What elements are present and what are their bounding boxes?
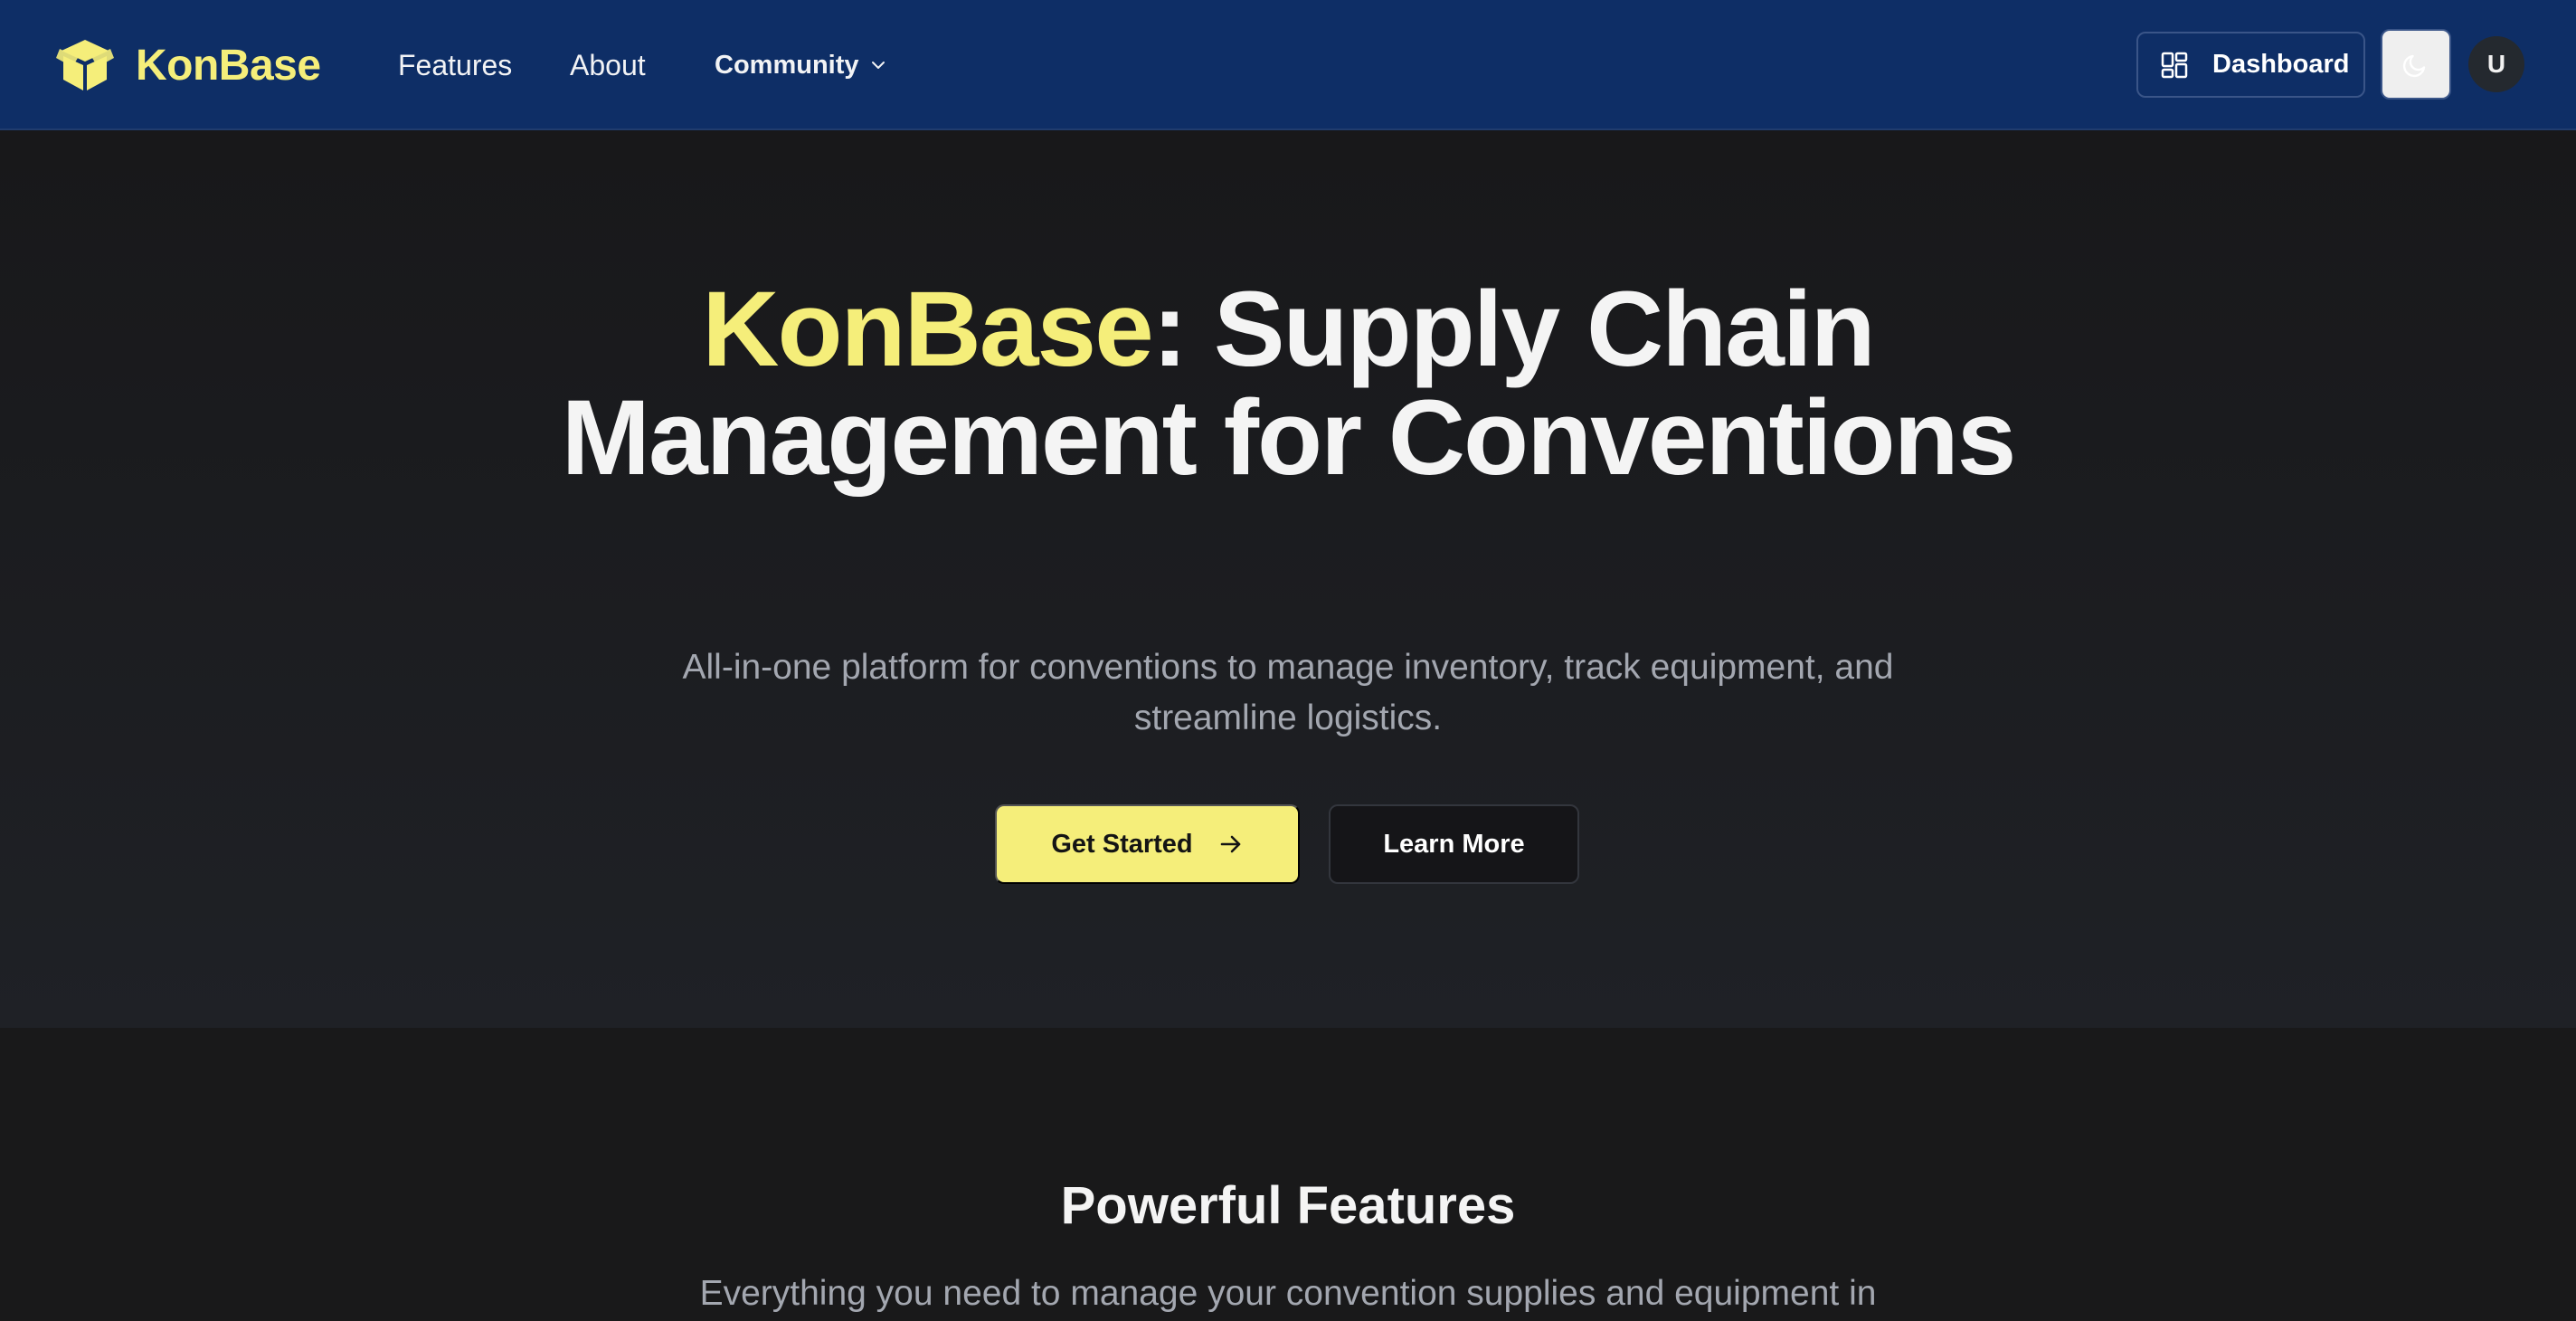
arrow-right-icon — [1220, 835, 1240, 853]
learn-more-button[interactable]: Learn More — [1329, 804, 1579, 884]
get-started-label: Get Started — [1051, 829, 1193, 859]
hero-subtitle: All-in-one platform for conventions to m… — [682, 648, 1894, 737]
brand-name: KonBase — [136, 41, 321, 90]
hero-section: KonBase: Supply Chain Management for Con… — [0, 130, 2576, 1028]
moon-icon — [2402, 54, 2426, 78]
hero-title: KonBase: Supply Chain Management for Con… — [474, 275, 2102, 492]
theme-toggle-button[interactable] — [2381, 29, 2451, 100]
dashboard-grid-icon — [2161, 52, 2188, 78]
brand-home-link[interactable]: KonBase — [56, 36, 321, 94]
get-started-button[interactable]: Get Started — [995, 804, 1300, 884]
features-subtitle: Everything you need to manage your conve… — [699, 1274, 1877, 1313]
features-section: Powerful Features Everything you need to… — [0, 1028, 2576, 1321]
top-navbar: KonBase Features About Community Dashboa… — [0, 0, 2576, 130]
nav-link-features[interactable]: Features — [398, 45, 512, 85]
nav-community-label: Community — [715, 51, 859, 80]
nav-community-dropdown[interactable]: Community — [715, 45, 886, 85]
hero-title-accent: KonBase — [702, 270, 1153, 389]
dashboard-label: Dashboard — [2212, 50, 2350, 79]
learn-more-label: Learn More — [1383, 829, 1525, 859]
user-avatar[interactable]: U — [2468, 36, 2524, 92]
dashboard-button[interactable]: Dashboard — [2136, 32, 2365, 98]
features-title: Powerful Features — [1060, 1176, 1516, 1235]
box-icon — [56, 40, 114, 90]
nav-link-about[interactable]: About — [570, 45, 646, 85]
chevron-down-icon — [871, 62, 885, 69]
